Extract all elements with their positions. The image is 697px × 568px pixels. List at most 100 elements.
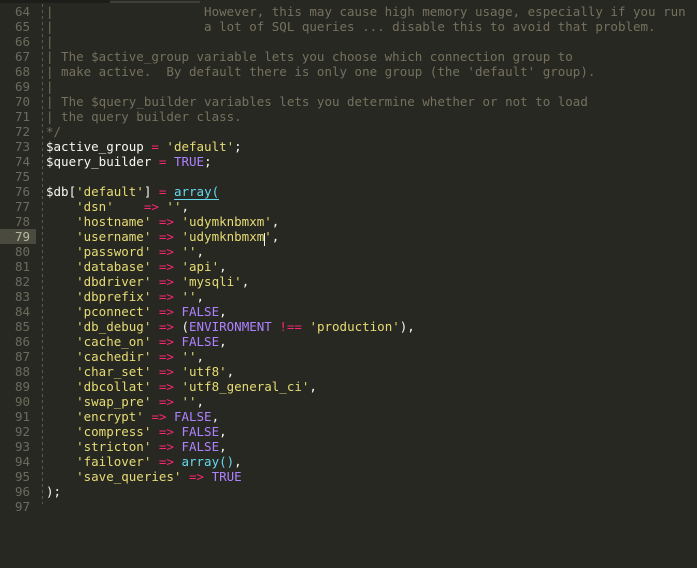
code-line[interactable]: 66 |: [0, 34, 697, 49]
code-line-text[interactable]: 'dbprefix' => '',: [46, 289, 204, 304]
line-number: 80: [14, 244, 30, 259]
code-line-text[interactable]: | the query builder class.: [46, 109, 242, 124]
code-line[interactable]: 96);: [0, 484, 697, 499]
code-line-text[interactable]: 'pconnect' => FALSE,: [46, 304, 227, 319]
code-line-text[interactable]: 'dbdriver' => 'mysqli',: [46, 274, 249, 289]
code-line-text[interactable]: | However, this may cause high memory us…: [46, 4, 686, 19]
code-line[interactable]: 64 | However, this may cause high memory …: [0, 4, 697, 19]
token-comment: | However, this may cause high memory us…: [46, 4, 686, 19]
code-line-text[interactable]: 'dsn' => '',: [46, 199, 189, 214]
line-number: 79: [0, 229, 36, 244]
code-line[interactable]: 84 'pconnect' => FALSE,: [0, 304, 697, 319]
code-line-text[interactable]: 'swap_pre' => '',: [46, 394, 204, 409]
code-line-text[interactable]: |: [46, 34, 54, 49]
code-line[interactable]: 67 | The $active_group variable lets you …: [0, 49, 697, 64]
code-line[interactable]: 90 'swap_pre' => '',: [0, 394, 697, 409]
horizontal-scrollbar-thumb[interactable]: [110, 1, 200, 3]
code-line-text[interactable]: | a lot of SQL queries ... disable this …: [46, 19, 656, 34]
token-op: =>: [158, 274, 174, 289]
token-comment: | the query builder class.: [46, 109, 242, 124]
code-line[interactable]: 70 | The $query_builder variables lets yo…: [0, 94, 697, 109]
code-line-text[interactable]: $query_builder = TRUE;: [46, 154, 212, 169]
token-plain: ,: [196, 349, 205, 364]
token-op: =>: [158, 379, 174, 394]
code-line[interactable]: 88 'char_set' => 'utf8',: [0, 364, 697, 379]
code-line[interactable]: 75: [0, 169, 697, 184]
gutter-top-cap: [0, 0, 110, 3]
token-string: 'pconnect': [46, 304, 159, 319]
line-number: 84: [14, 304, 30, 319]
code-line-text[interactable]: 'cachedir' => '',: [46, 349, 204, 364]
code-line-text[interactable]: | The $active_group variable lets you ch…: [46, 49, 573, 64]
code-line-text[interactable]: | make active. By default there is only …: [46, 64, 595, 79]
code-line[interactable]: 80 'password' => '',: [0, 244, 697, 259]
code-line-text[interactable]: 'database' => 'api',: [46, 259, 227, 274]
token-string: 'default': [76, 184, 144, 199]
code-line-text[interactable]: |: [46, 79, 54, 94]
code-line-text[interactable]: 'db_debug' => (ENVIRONMENT !== 'producti…: [46, 319, 415, 334]
code-line[interactable]: 95 'save_queries' => TRUE: [0, 469, 697, 484]
line-number: 76: [14, 184, 30, 199]
code-line[interactable]: 81 'database' => 'api',: [0, 259, 697, 274]
token-op: =>: [158, 424, 174, 439]
code-line-text[interactable]: 'stricton' => FALSE,: [46, 439, 227, 454]
code-line[interactable]: 76 $db['default'] = array(: [0, 184, 697, 200]
code-line-text[interactable]: 'encrypt' => FALSE,: [46, 409, 219, 424]
code-line-text[interactable]: 'char_set' => 'utf8',: [46, 364, 234, 379]
line-number: 97: [14, 499, 30, 514]
code-line-text[interactable]: 'cache_on' => FALSE,: [46, 334, 227, 349]
token-op: =>: [158, 349, 174, 364]
line-number: 70: [14, 94, 30, 109]
code-line[interactable]: 89 'dbcollat' => 'utf8_general_ci',: [0, 379, 697, 394]
code-line[interactable]: 69 |: [0, 79, 697, 94]
line-number: 92: [14, 424, 30, 439]
code-line[interactable]: 65 | a lot of SQL queries ... disable thi…: [0, 19, 697, 34]
code-line[interactable]: 86 'cache_on' => FALSE,: [0, 334, 697, 349]
token-const: FALSE: [173, 439, 220, 454]
code-line[interactable]: 71 | the query builder class.: [0, 109, 697, 124]
token-string: 'utf8_general_ci': [173, 379, 310, 394]
code-line-text[interactable]: $db['default'] = array(: [46, 184, 220, 200]
token-plain: ,: [241, 274, 250, 289]
token-string: 'dbdriver': [46, 274, 159, 289]
code-line-text[interactable]: 'hostname' => 'udymknbmxm',: [46, 214, 279, 229]
code-line[interactable]: 68 | make active. By default there is onl…: [0, 64, 697, 79]
code-line[interactable]: 97: [0, 499, 697, 514]
code-line[interactable]: 92 'compress' => FALSE,: [0, 424, 697, 439]
token-plain: ,: [234, 454, 242, 469]
line-number: 81: [14, 259, 30, 274]
code-line-text[interactable]: 'password' => '',: [46, 244, 204, 259]
code-content-area[interactable]: 64 | However, this may cause high memory …: [0, 4, 697, 568]
code-line[interactable]: 82 'dbdriver' => 'mysqli',: [0, 274, 697, 289]
token-plain: ,: [196, 289, 205, 304]
code-line-text[interactable]: */: [46, 124, 61, 139]
code-line-text[interactable]: 'dbcollat' => 'utf8_general_ci',: [46, 379, 317, 394]
code-line[interactable]: 77 'dsn' => '',: [0, 199, 697, 214]
code-line[interactable]: 93 'stricton' => FALSE,: [0, 439, 697, 454]
code-line[interactable]: 72 */: [0, 124, 697, 139]
code-line[interactable]: 94 'failover' => array(),: [0, 454, 697, 469]
code-line[interactable]: 87 'cachedir' => '',: [0, 349, 697, 364]
code-line[interactable]: 83 'dbprefix' => '',: [0, 289, 697, 304]
token-string: 'hostname': [46, 214, 159, 229]
token-op: =>: [158, 439, 174, 454]
token-comment: | The $active_group variable lets you ch…: [46, 49, 573, 64]
code-line-text[interactable]: );: [46, 484, 61, 499]
code-line-text[interactable]: 'save_queries' => TRUE: [46, 469, 242, 484]
code-line-text[interactable]: 'username' => 'udymknbmxm',: [46, 229, 279, 246]
code-line-text[interactable]: | The $query_builder variables lets you …: [46, 94, 588, 109]
code-line[interactable]: 78 'hostname' => 'udymknbmxm',: [0, 214, 697, 229]
token-punc: ]: [143, 184, 159, 199]
code-line[interactable]: 85 'db_debug' => (ENVIRONMENT !== 'produ…: [0, 319, 697, 334]
code-line-text[interactable]: $active_group = 'default';: [46, 139, 242, 154]
code-line[interactable]: 79 'username' => 'udymknbmxm',: [0, 229, 697, 246]
line-number: 71: [14, 109, 30, 124]
code-line-text[interactable]: 'compress' => FALSE,: [46, 424, 227, 439]
token-func: array(): [173, 454, 235, 469]
code-line-text[interactable]: 'failover' => array(),: [46, 454, 242, 469]
line-number: 93: [14, 439, 30, 454]
code-editor[interactable]: 64 | However, this may cause high memory …: [0, 0, 697, 568]
code-line[interactable]: 91 'encrypt' => FALSE,: [0, 409, 697, 424]
code-line[interactable]: 73 $active_group = 'default';: [0, 139, 697, 154]
code-line[interactable]: 74 $query_builder = TRUE;: [0, 154, 697, 169]
